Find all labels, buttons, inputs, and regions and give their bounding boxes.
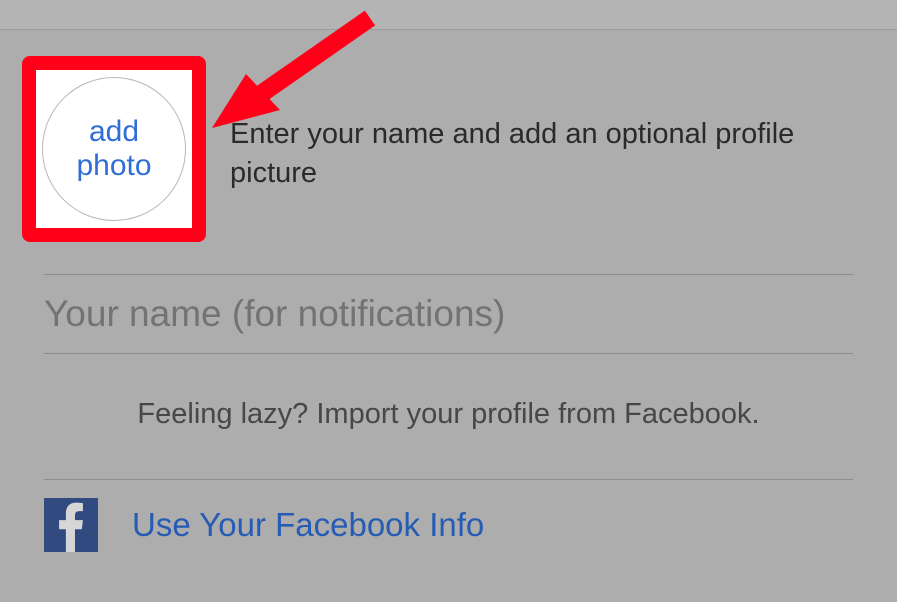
instruction-text: Enter your name and add an optional prof… [230,115,857,193]
import-prompt: Feeling lazy? Import your profile from F… [0,354,897,479]
highlight-annotation: add photo [22,56,206,242]
name-input[interactable] [44,275,853,353]
facebook-import-label: Use Your Facebook Info [132,506,484,544]
add-photo-button[interactable]: add photo [42,77,186,221]
facebook-import-button[interactable]: Use Your Facebook Info [0,480,897,552]
facebook-icon [44,498,98,552]
nav-header [0,0,897,30]
add-photo-label: add photo [64,115,164,184]
